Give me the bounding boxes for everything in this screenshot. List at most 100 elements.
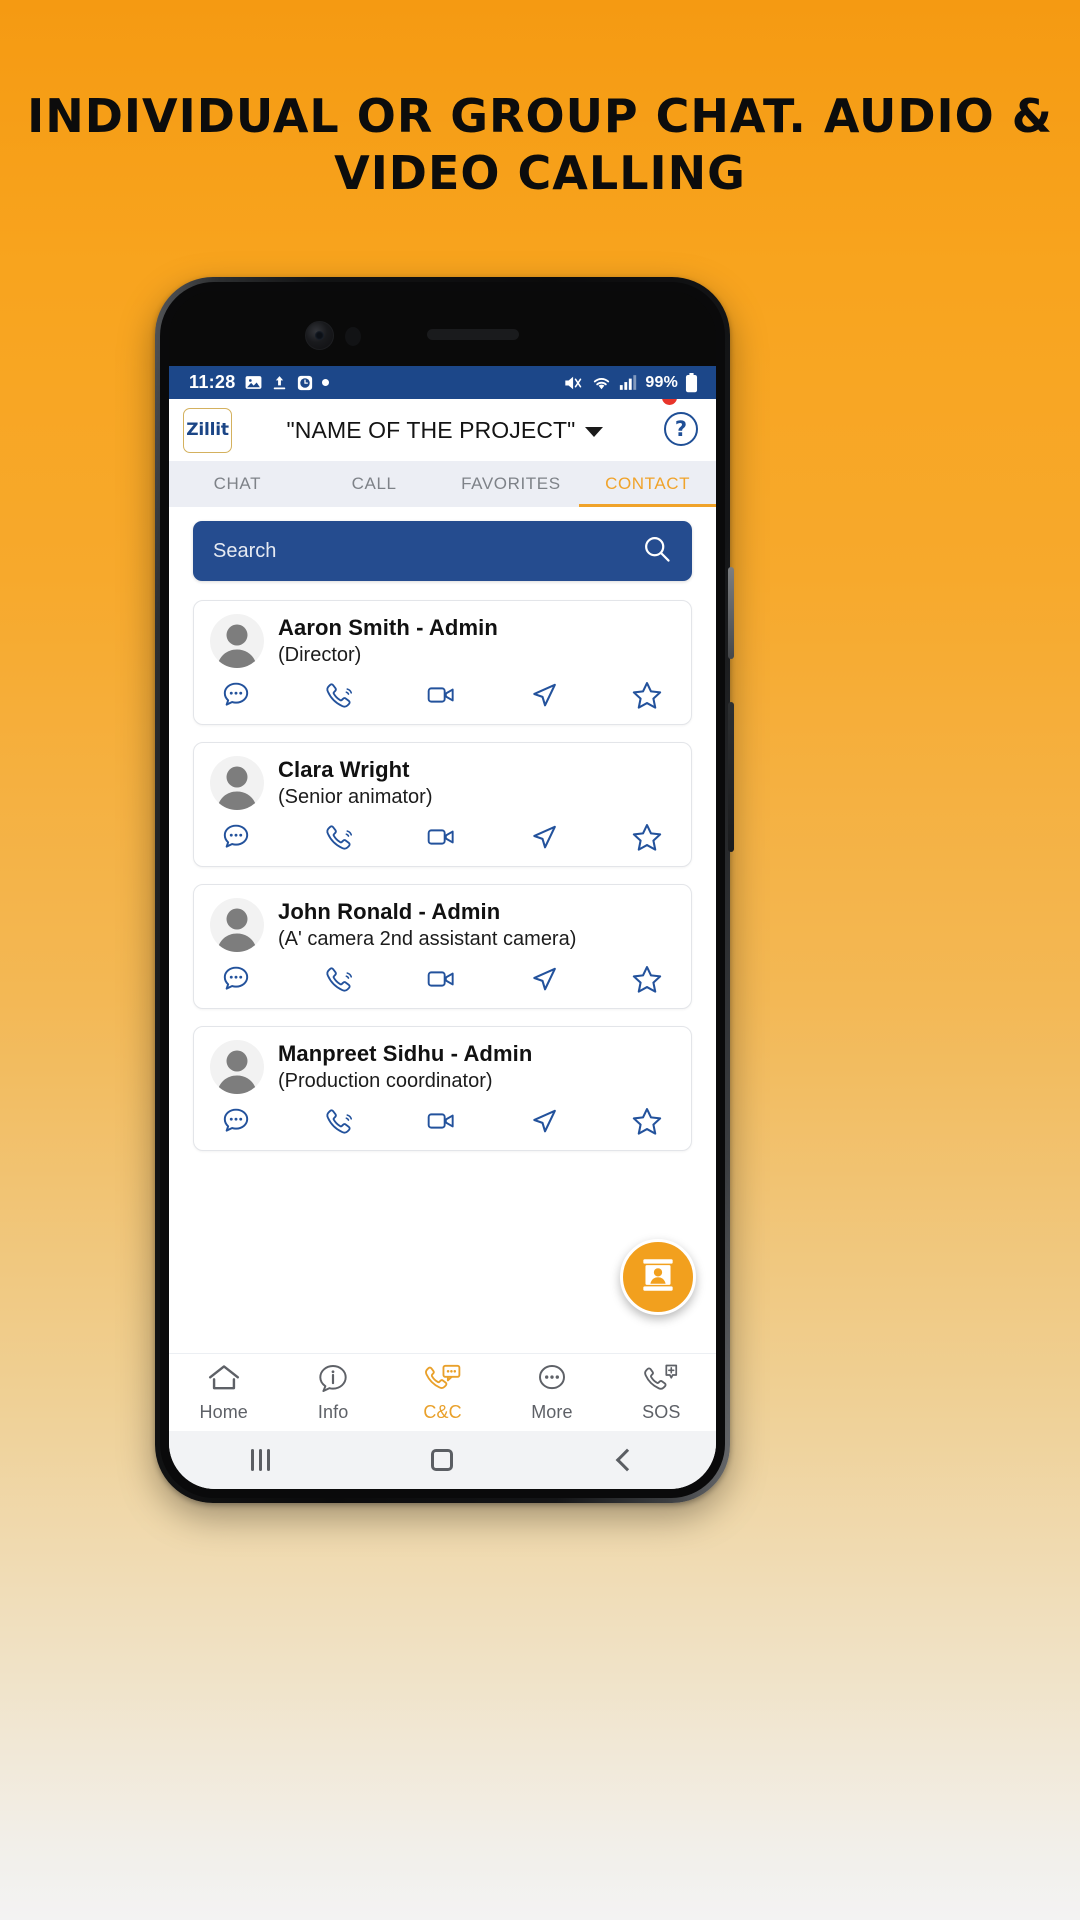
search-icon[interactable] [642,534,672,569]
send-icon[interactable] [524,820,564,854]
contact-role: (A' camera 2nd assistant camera) [278,928,577,950]
contact-info: Aaron Smith - Admin (Director) [278,614,498,668]
page-title: INDIVIDUAL OR GROUP CHAT. AUDIO & VIDEO … [27,89,1053,200]
tab-favorites[interactable]: FAVORITES [443,461,580,507]
contact-info: Manpreet Sidhu - Admin (Production coord… [278,1040,532,1094]
contact-actions [210,668,675,714]
info-bubble-icon [316,1363,350,1398]
app-logo[interactable]: Zillit [183,407,232,453]
contact-header: Manpreet Sidhu - Admin (Production coord… [210,1040,675,1094]
contact-header: Aaron Smith - Admin (Director) [210,614,675,668]
home-circle-icon[interactable] [397,1440,487,1480]
contact-info: Clara Wright (Senior animator) [278,756,433,810]
project-selector[interactable]: "NAME OF THE PROJECT" [226,417,664,444]
avatar [210,898,264,952]
contact-role: (Production coordinator) [278,1070,493,1092]
nav-item-sos[interactable]: SOS [607,1363,716,1423]
tab-label: FAVORITES [461,474,561,493]
nav-label: Home [199,1401,248,1422]
app-header: Zillit "NAME OF THE PROJECT" ? [169,390,716,461]
phone-call-icon[interactable] [319,678,359,712]
phone-mockup: 11:28 99% Zillit "NAME OF THE PROJECT" ?… [155,277,734,1503]
mute-icon [563,374,584,392]
contact-card[interactable]: John Ronald - Admin (A' camera 2nd assis… [193,884,692,1009]
contact-role: (Senior animator) [278,786,433,808]
contact-header: Clara Wright (Senior animator) [210,756,675,810]
star-icon[interactable] [627,678,667,712]
help-circle-icon[interactable]: ? [664,412,698,446]
volume-button[interactable] [728,567,734,659]
back-icon[interactable] [580,1440,670,1480]
battery-icon [685,372,698,393]
nav-item-home[interactable]: Home [169,1363,278,1423]
tab-label: CHAT [213,474,262,493]
contact-card[interactable]: Manpreet Sidhu - Admin (Production coord… [193,1026,692,1151]
video-camera-icon[interactable] [422,678,462,712]
phone-call-icon[interactable] [319,1104,359,1138]
tab-chat[interactable]: CHAT [169,461,306,507]
chat-bubble-icon[interactable] [216,1104,256,1138]
nav-label: SOS [642,1401,681,1422]
contact-card-icon [638,1255,678,1300]
nav-item-cc[interactable]: C&C [388,1363,497,1423]
star-icon[interactable] [627,1104,667,1138]
contact-header: John Ronald - Admin (A' camera 2nd assis… [210,898,675,952]
help-button-wrap[interactable]: ? [662,390,700,448]
contact-actions [210,1094,675,1140]
chat-bubble-icon[interactable] [216,962,256,996]
avatar [210,756,264,810]
nav-item-info[interactable]: Info [278,1363,387,1423]
app-logo-text: Zillit [186,420,229,440]
add-contact-fab[interactable] [620,1239,696,1315]
star-icon[interactable] [627,962,667,996]
sos-phone-icon [643,1363,679,1398]
contact-actions [210,810,675,856]
more-dots-icon [535,1363,569,1398]
status-time: 11:28 [189,372,236,392]
video-camera-icon[interactable] [422,962,462,996]
contact-card[interactable]: Aaron Smith - Admin (Director) [193,600,692,725]
dot-icon [321,379,329,386]
contact-role: (Director) [278,644,362,666]
nav-label: Info [317,1401,349,1422]
star-icon[interactable] [627,820,667,854]
contact-name: Clara Wright [278,757,410,782]
chat-bubble-icon[interactable] [216,820,256,854]
nav-label: More [531,1401,573,1422]
contact-info: John Ronald - Admin (A' camera 2nd assis… [278,898,576,952]
contact-name: John Ronald - Admin [278,899,501,924]
phone-screen: 11:28 99% Zillit "NAME OF THE PROJECT" ?… [169,291,716,1489]
tab-label: CONTACT [605,474,691,493]
phone-call-icon[interactable] [319,962,359,996]
contact-actions [210,952,675,998]
app-container: Zillit "NAME OF THE PROJECT" ? CHAT CALL… [169,366,716,1489]
status-bar-left: 11:28 [189,372,329,393]
contact-card[interactable]: Clara Wright (Senior animator) [193,742,692,867]
video-camera-icon[interactable] [422,820,462,854]
alarm-icon [296,374,314,392]
nav-item-more[interactable]: More [497,1363,606,1423]
android-nav-bar [169,1431,716,1489]
power-button[interactable] [728,702,734,852]
phone-bezel: 11:28 99% Zillit "NAME OF THE PROJECT" ?… [160,282,725,1498]
recents-icon[interactable] [215,1440,305,1480]
avatar [210,614,264,668]
status-bar: 11:28 99% [169,366,716,399]
chat-bubble-icon[interactable] [216,678,256,712]
avatar [210,1040,264,1094]
send-icon[interactable] [524,962,564,996]
video-camera-icon[interactable] [422,1104,462,1138]
search-input[interactable]: Search [193,521,692,581]
tab-call[interactable]: CALL [306,461,443,507]
send-icon[interactable] [524,1104,564,1138]
status-bar-right: 99% [563,372,698,393]
contact-name: Manpreet Sidhu - Admin [278,1041,533,1066]
phone-call-icon[interactable] [319,820,359,854]
tab-contact[interactable]: CONTACT [579,461,716,507]
send-icon[interactable] [524,678,564,712]
signal-icon [619,374,638,391]
chevron-down-icon [585,426,604,437]
bottom-nav: Home Info C&C More SOS [169,1353,716,1431]
help-label: ? [674,417,688,441]
tab-bar: CHAT CALL FAVORITES CONTACT [169,461,716,507]
